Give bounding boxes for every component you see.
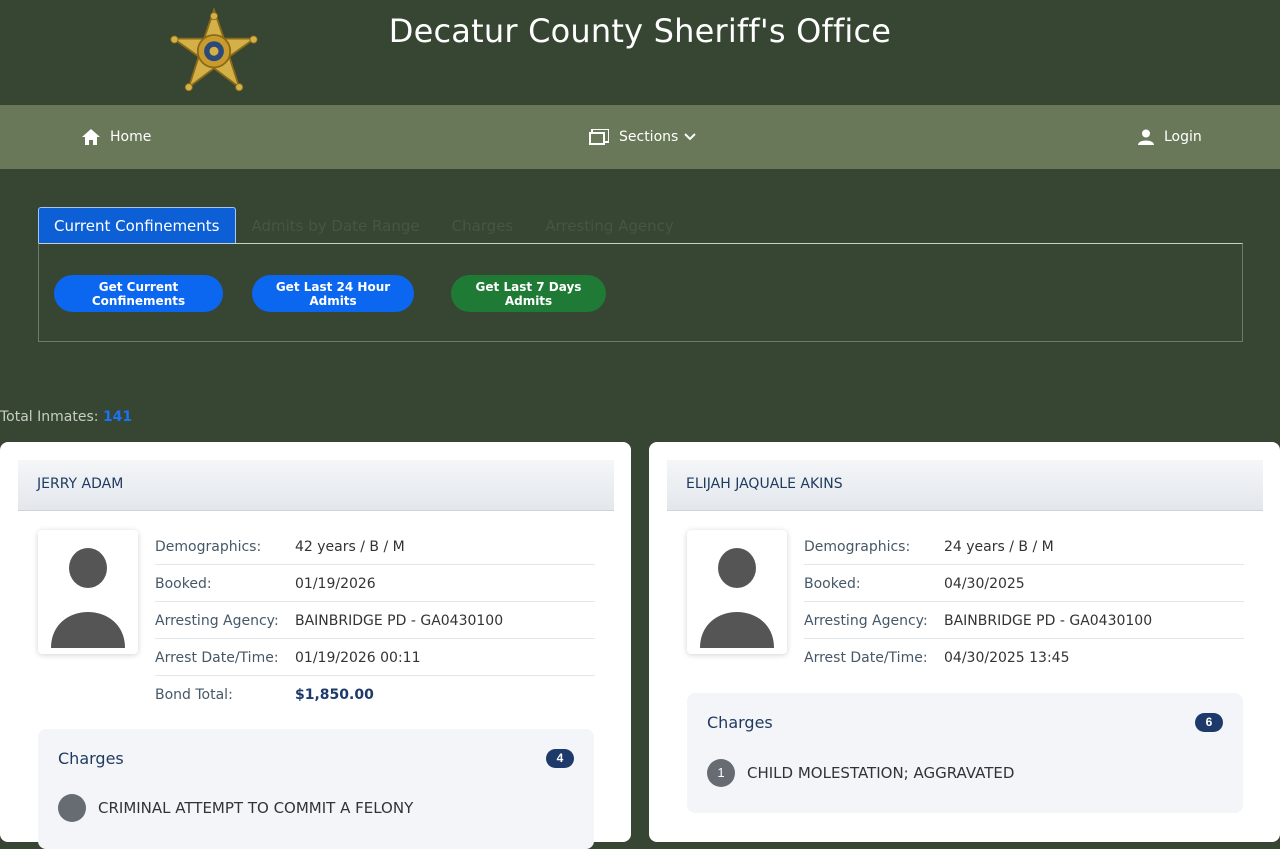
demographics-value: 24 years / B / M [944,538,1054,555]
charge-text: CRIMINAL ATTEMPT TO COMMIT A FELONY [98,799,414,817]
nav-sections-dropdown[interactable]: Sections [589,105,697,169]
inmate-card: JERRY ADAM Demographics: 42 years / B / M… [0,442,631,849]
bond-label: Bond Total: [155,686,233,703]
get-last-7-days-admits-button[interactable]: Get Last 7 Days Admits [451,275,606,312]
demographics-label: Demographics: [804,538,911,555]
arrest-label: Arrest Date/Time: [155,649,279,666]
user-icon [1138,129,1154,145]
arrest-label: Arrest Date/Time: [804,649,928,666]
tab-current-confinements[interactable]: Current Confinements [38,207,236,244]
nav-login[interactable]: Login [1138,105,1202,169]
total-inmates-label: Total Inmates: [0,409,99,425]
detail-row: Arrest Date/Time: 04/30/2025 13:45 [804,640,1244,675]
demographics-value: 42 years / B / M [295,538,405,555]
total-inmates: Total Inmates: 141 [0,409,132,425]
booked-value: 01/19/2026 [295,575,376,592]
detail-row: Arrest Date/Time: 01/19/2026 00:11 [155,640,595,676]
arrest-value: 04/30/2025 13:45 [944,649,1070,666]
tab-bar: Current Confinements Admits by Date Rang… [38,207,690,244]
tab-arresting-agency[interactable]: Arresting Agency [529,208,690,244]
detail-row: Booked: 01/19/2026 [155,566,595,602]
person-silhouette-icon [700,548,774,648]
folder-stack-icon [589,129,609,145]
bond-value: $1,850.00 [295,686,374,703]
charge-number: 1 [707,759,735,787]
inmate-card: ELIJAH JAQUALE AKINS Demographics: 24 yea… [649,442,1280,842]
detail-row: Booked: 04/30/2025 [804,566,1244,602]
arrest-value: 01/19/2026 00:11 [295,649,421,666]
charges-panel: Charges 4 CRIMINAL ATTEMPT TO COMMIT A F… [38,729,594,849]
charge-item: CRIMINAL ATTEMPT TO COMMIT A FELONY [58,794,413,822]
nav-home-label: Home [110,129,152,145]
inmate-details: Demographics: 24 years / B / M Booked: 04/… [804,529,1244,676]
home-icon [82,129,100,145]
tab-charges[interactable]: Charges [436,208,530,244]
charge-text: CHILD MOLESTATION; AGGRAVATED [747,764,1015,782]
agency-value: BAINBRIDGE PD - GA0430100 [944,612,1153,629]
agency-label: Arresting Agency: [155,612,279,629]
main-navbar: Home Sections Login [0,105,1280,169]
page-title: Decatur County Sheriff's Office [388,12,892,50]
charge-number [58,794,86,822]
booked-label: Booked: [155,575,212,592]
nav-sections-label: Sections [619,129,679,145]
demographics-label: Demographics: [155,538,262,555]
detail-row: Bond Total: $1,850.00 [155,677,595,712]
charges-count-badge: 6 [1195,713,1223,732]
booked-value: 04/30/2025 [944,575,1025,592]
inmate-photo [687,530,787,654]
inmate-photo [38,530,138,654]
total-inmates-count: 141 [102,409,133,425]
get-last-24-hour-admits-button[interactable]: Get Last 24 Hour Admits [252,275,414,312]
charges-title: Charges [707,713,773,732]
get-current-confinements-button[interactable]: Get Current Confinements [54,275,223,312]
inmate-name: ELIJAH JAQUALE AKINS [686,476,843,492]
detail-row: Arresting Agency: BAINBRIDGE PD - GA04301… [804,603,1244,639]
detail-row: Demographics: 42 years / B / M [155,529,595,565]
booked-label: Booked: [804,575,861,592]
agency-label: Arresting Agency: [804,612,928,629]
inmate-card-header: JERRY ADAM [18,460,614,511]
agency-value: BAINBRIDGE PD - GA0430100 [295,612,504,629]
nav-login-label: Login [1164,129,1202,145]
inmate-name: JERRY ADAM [37,476,124,492]
tab-admits-by-date-range[interactable]: Admits by Date Range [236,208,436,244]
inmate-details: Demographics: 42 years / B / M Booked: 01/… [155,529,595,713]
charge-item: 1 CHILD MOLESTATION; AGGRAVATED [707,759,1014,787]
inmate-card-header: ELIJAH JAQUALE AKINS [667,460,1263,511]
detail-row: Demographics: 24 years / B / M [804,529,1244,565]
nav-home[interactable]: Home [82,105,151,169]
detail-row: Arresting Agency: BAINBRIDGE PD - GA04301… [155,603,595,639]
tab-panel: Get Current Confinements Get Last 24 Hou… [38,243,1243,342]
charges-title: Charges [58,749,124,768]
charges-panel: Charges 6 1 CHILD MOLESTATION; AGGRAVATE… [687,693,1243,813]
site-header: Decatur County Sheriff's Office [0,0,1280,105]
person-silhouette-icon [51,548,125,648]
charges-count-badge: 4 [546,749,574,768]
chevron-down-icon [684,133,697,141]
